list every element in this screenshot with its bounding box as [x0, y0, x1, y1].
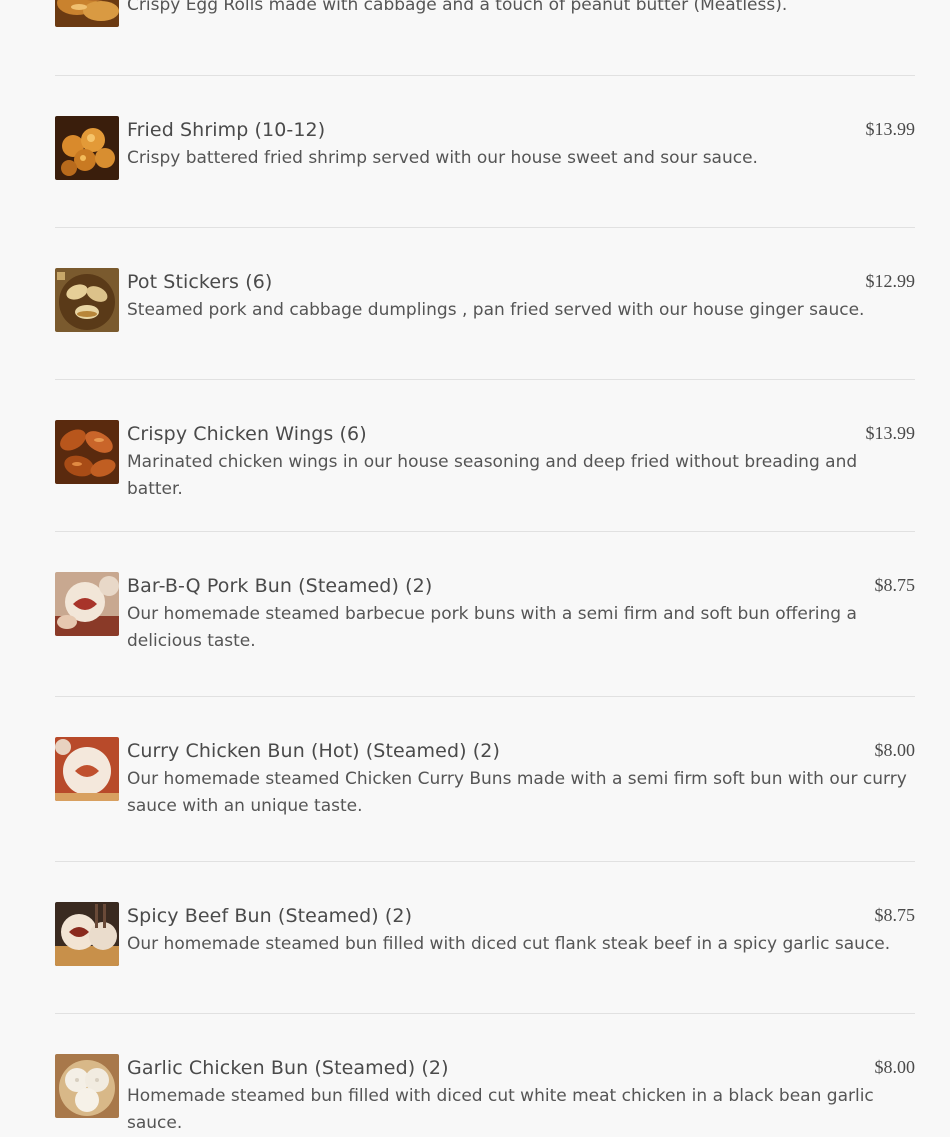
pot-stickers-photo[interactable] — [55, 268, 119, 332]
divider — [55, 379, 915, 380]
item-price: $8.00 — [874, 740, 916, 760]
item-price: $13.99 — [865, 423, 916, 443]
egg-rolls-photo[interactable] — [55, 0, 119, 27]
item-name: Crispy Chicken Wings (6) — [127, 423, 367, 445]
item-price: $8.00 — [874, 1057, 916, 1077]
item-description: Steamed pork and cabbage dumplings , pan… — [127, 300, 865, 320]
item-name: Pot Stickers (6) — [127, 271, 273, 293]
spicy-beef-bun-photo[interactable] — [55, 902, 119, 966]
divider — [55, 75, 915, 76]
garlic-chicken-bun-photo[interactable] — [55, 1054, 119, 1118]
divider — [55, 696, 915, 697]
item-name: Garlic Chicken Bun (Steamed) (2) — [127, 1057, 449, 1079]
item-description: Marinated chicken wings in our house sea… — [127, 452, 858, 499]
item-description: Crispy battered fried shrimp served with… — [127, 148, 758, 168]
item-description: Our homemade steamed bun filled with dic… — [127, 934, 891, 954]
item-price: $8.75 — [874, 905, 916, 925]
item-description: Crispy Egg Rolls made with cabbage and a… — [127, 0, 788, 15]
divider — [55, 227, 915, 228]
item-name: Fried Shrimp (10-12) — [127, 119, 326, 141]
item-price: $13.99 — [865, 119, 916, 139]
divider — [55, 861, 915, 862]
item-price: $8.75 — [874, 575, 916, 595]
item-name: Spicy Beef Bun (Steamed) (2) — [127, 905, 413, 927]
item-name: Bar-B-Q Pork Bun (Steamed) (2) — [127, 575, 433, 597]
item-price: $12.99 — [865, 271, 916, 291]
divider — [55, 531, 915, 532]
curry-chicken-bun-photo[interactable] — [55, 737, 119, 801]
item-description: Our homemade steamed Chicken Curry Buns … — [127, 769, 907, 816]
fried-shrimp-photo[interactable] — [55, 116, 119, 180]
item-name: Curry Chicken Bun (Hot) (Steamed) (2) — [127, 740, 500, 762]
bbq-pork-bun-photo[interactable] — [55, 572, 119, 636]
item-description: Our homemade steamed barbecue pork buns … — [127, 604, 857, 651]
divider — [55, 1013, 915, 1014]
chicken-wings-photo[interactable] — [55, 420, 119, 484]
item-description: Homemade steamed bun filled with diced c… — [127, 1086, 874, 1133]
